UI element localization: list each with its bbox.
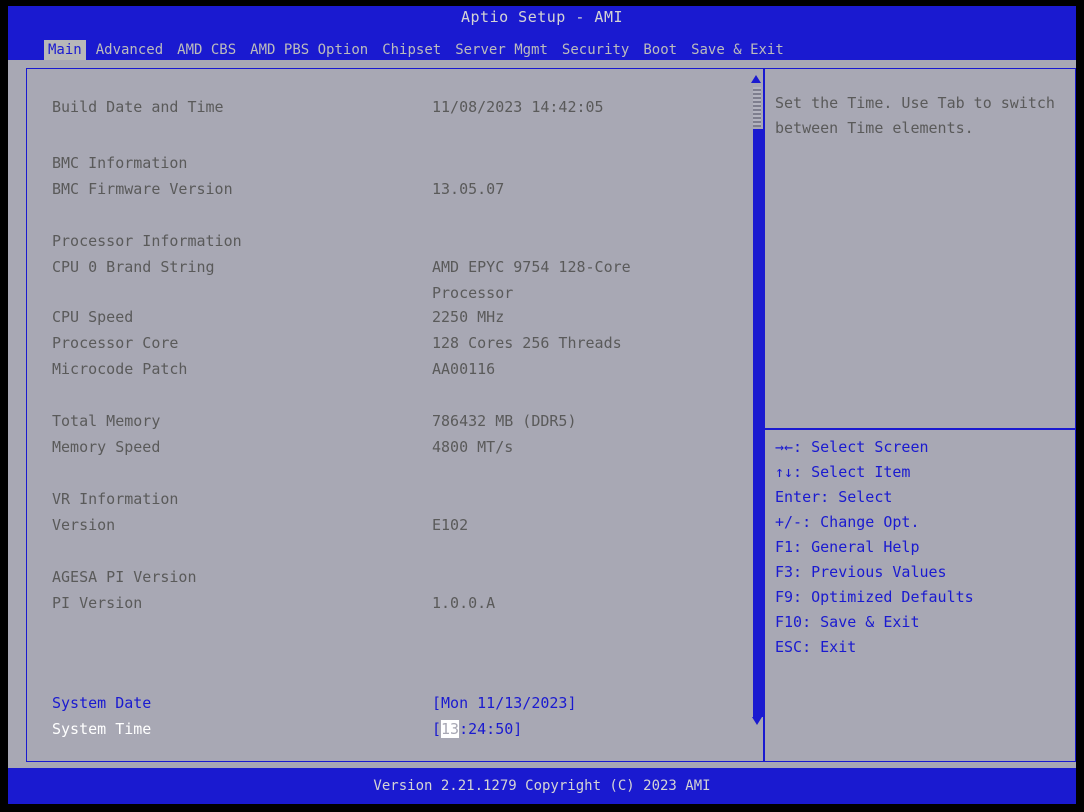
system-date-value[interactable]: [Mon 11/13/2023] — [432, 692, 577, 714]
system-date-label[interactable]: System Date — [52, 692, 151, 714]
help-text: Set the Time. Use Tab to switch between … — [775, 94, 1055, 137]
help-divider — [765, 428, 1075, 430]
footer-version: Version 2.21.1279 Copyright (C) 2023 AMI — [8, 768, 1076, 804]
bmc-fw-value: 13.05.07 — [432, 180, 505, 198]
tab-amd-pbs-option[interactable]: AMD PBS Option — [246, 40, 372, 60]
key-enter: Enter: Select — [775, 488, 893, 506]
agesa-heading: AGESA PI Version — [52, 568, 197, 586]
microcode-value: AA00116 — [432, 360, 496, 378]
tab-advanced[interactable]: Advanced — [92, 40, 167, 60]
tab-amd-cbs[interactable]: AMD CBS — [173, 40, 240, 60]
pi-version-label: PI Version — [52, 594, 143, 612]
scroll-track[interactable] — [753, 87, 761, 127]
time-hour-cursor[interactable]: 13 — [441, 720, 460, 738]
setup-panel: Build Date and Time 11/08/2023 14:42:05 … — [8, 60, 1076, 768]
vr-version-label: Version — [52, 516, 116, 534]
scroll-thumb[interactable] — [753, 129, 763, 717]
memory-speed-label: Memory Speed — [52, 438, 161, 456]
time-rest: :24:50] — [459, 720, 523, 738]
key-change-opt: +/-: Change Opt. — [775, 513, 920, 531]
main-pane: Build Date and Time 11/08/2023 14:42:05 … — [26, 68, 764, 762]
cpu-brand-label: CPU 0 Brand String — [52, 258, 215, 276]
system-time-value[interactable]: [13:24:50] — [432, 718, 522, 740]
cpu-brand-value: AMD EPYC 9754 128-Core — [432, 258, 631, 276]
system-time-label[interactable]: System Time — [52, 718, 151, 740]
key-esc: ESC: Exit — [775, 638, 857, 656]
tab-server-mgmt[interactable]: Server Mgmt — [451, 40, 552, 60]
key-f10: F10: Save & Exit — [775, 613, 920, 631]
tab-bar: Main Advanced AMD CBS AMD PBS Option Chi… — [44, 40, 794, 60]
scrollbar[interactable] — [751, 71, 763, 725]
title-bar: Aptio Setup - AMI Main Advanced AMD CBS … — [8, 6, 1076, 60]
memory-speed-value: 4800 MT/s — [432, 438, 514, 456]
vr-version-value: E102 — [432, 516, 469, 534]
info-list: Build Date and Time 11/08/2023 14:42:05 … — [51, 77, 723, 753]
tab-save-exit[interactable]: Save & Exit — [687, 40, 788, 60]
pi-version-value: 1.0.0.A — [432, 594, 496, 612]
scroll-up-icon[interactable] — [751, 75, 761, 83]
tab-chipset[interactable]: Chipset — [378, 40, 445, 60]
microcode-label: Microcode Patch — [52, 360, 188, 378]
window-title: Aptio Setup - AMI — [460, 8, 624, 26]
tab-security[interactable]: Security — [558, 40, 633, 60]
proc-core-label: Processor Core — [52, 334, 179, 352]
cpu-speed-label: CPU Speed — [52, 308, 134, 326]
time-bracket-open: [ — [432, 720, 442, 738]
bmc-heading: BMC Information — [52, 154, 188, 172]
key-f1: F1: General Help — [775, 538, 920, 556]
bmc-fw-label: BMC Firmware Version — [52, 180, 233, 198]
key-f3: F3: Previous Values — [775, 563, 947, 581]
help-pane: Set the Time. Use Tab to switch between … — [764, 68, 1076, 762]
key-legend: →←: Select Screen ↑↓: Select Item Enter:… — [775, 435, 974, 660]
total-memory-label: Total Memory — [52, 412, 161, 430]
vr-heading: VR Information — [52, 490, 179, 508]
key-select-item: ↑↓: Select Item — [775, 463, 911, 481]
build-date-label: Build Date and Time — [52, 98, 224, 116]
tab-boot[interactable]: Boot — [639, 40, 681, 60]
tab-main[interactable]: Main — [44, 40, 86, 60]
total-memory-value: 786432 MB (DDR5) — [432, 412, 577, 430]
key-f9: F9: Optimized Defaults — [775, 588, 974, 606]
build-date-value: 11/08/2023 14:42:05 — [432, 98, 604, 116]
cpu-brand-value-cont: Processor — [432, 284, 514, 302]
scroll-down-icon[interactable] — [752, 717, 762, 725]
cpu-speed-value: 2250 MHz — [432, 308, 505, 326]
proc-core-value: 128 Cores 256 Threads — [432, 334, 622, 352]
key-select-screen: →←: Select Screen — [775, 438, 929, 456]
proc-heading: Processor Information — [52, 232, 242, 250]
